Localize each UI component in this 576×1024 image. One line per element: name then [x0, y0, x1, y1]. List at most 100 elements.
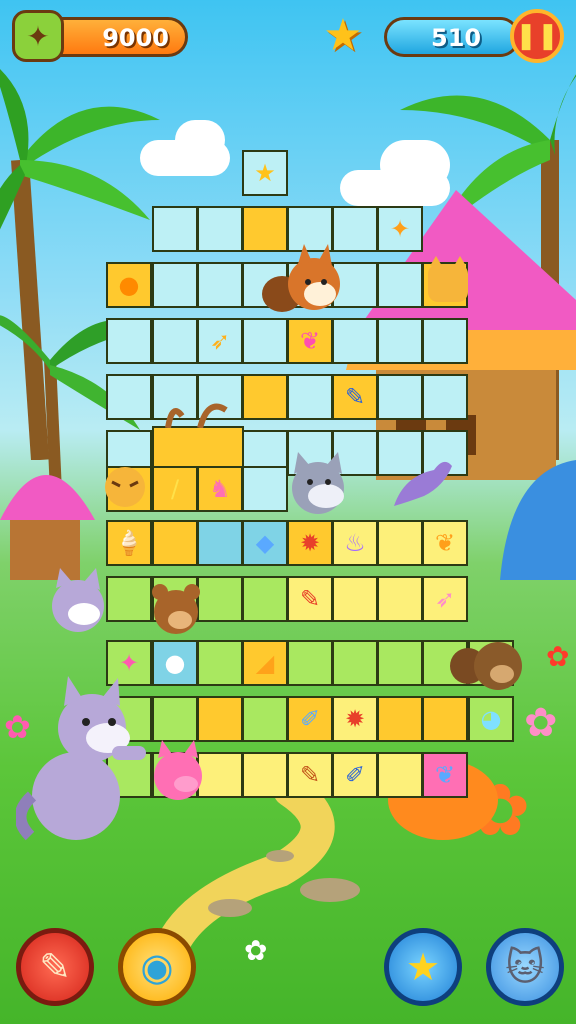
board-cell[interactable]: [377, 318, 423, 364]
cup-icon: ♨: [344, 529, 366, 557]
pink-umbrella: [0, 475, 95, 580]
board-cell[interactable]: [287, 374, 333, 420]
board-cell[interactable]: ✎: [332, 374, 378, 420]
pink-flower-icon: ✿: [524, 700, 558, 746]
board-cell[interactable]: [152, 318, 198, 364]
fox-character: [262, 244, 344, 316]
board-cell[interactable]: [152, 262, 198, 308]
leaf-icon: ✦: [389, 215, 411, 243]
seal-icon: ◕: [480, 705, 502, 733]
pig-character: [150, 740, 208, 802]
board-cell[interactable]: [106, 374, 152, 420]
board-cell[interactable]: ◕: [468, 696, 514, 742]
board-cell[interactable]: [197, 520, 243, 566]
board-cell[interactable]: [152, 520, 198, 566]
leaf-icon: ◢: [255, 649, 275, 677]
board-cell[interactable]: ✎: [287, 576, 333, 622]
board-cell[interactable]: ✎: [287, 752, 333, 798]
board-cell[interactable]: ✹: [332, 696, 378, 742]
board-cell[interactable]: 🍦: [106, 520, 152, 566]
board-cell[interactable]: ❦: [422, 520, 468, 566]
crab-icon: ✹: [299, 529, 321, 557]
paintbrush-icon: ✐: [344, 761, 366, 789]
feather-icon: ➶: [434, 585, 456, 613]
board-cell[interactable]: [197, 576, 243, 622]
leaf-icon: ➶: [209, 327, 231, 355]
crayon-icon: /: [170, 475, 180, 503]
board-cell[interactable]: [106, 576, 152, 622]
wolf-character: [286, 452, 350, 516]
board-cell[interactable]: [197, 206, 243, 252]
board-cell[interactable]: ✐: [287, 696, 333, 742]
board-cell[interactable]: [422, 696, 468, 742]
magic-wand-button[interactable]: ★: [384, 928, 462, 1006]
board-cell[interactable]: [377, 696, 423, 742]
star-sticker-icon: ✦: [118, 649, 140, 677]
board-cell[interactable]: [377, 640, 423, 686]
board-cell[interactable]: /: [152, 466, 198, 512]
board-cell[interactable]: ♨: [332, 520, 378, 566]
board-cell[interactable]: [422, 374, 468, 420]
board-cell[interactable]: ➶: [422, 576, 468, 622]
cat-face-icon: [426, 256, 470, 306]
bear-character: [152, 580, 200, 638]
board-cell[interactable]: ❦: [422, 752, 468, 798]
board-cell[interactable]: [197, 640, 243, 686]
board-cell[interactable]: ◢: [242, 640, 288, 686]
bird-icon: ❦: [434, 529, 456, 557]
board-cell[interactable]: ●: [106, 262, 152, 308]
star-icon[interactable]: ★: [318, 10, 368, 61]
lamb-icon: ♞: [209, 475, 231, 503]
snowball-icon: ●: [164, 649, 186, 677]
brown-bear-character: [448, 636, 522, 694]
tiger-cub-icon: [100, 460, 150, 510]
cloud: [175, 120, 225, 160]
board-cell[interactable]: [287, 640, 333, 686]
board-cell[interactable]: [377, 520, 423, 566]
board-cell[interactable]: [242, 576, 288, 622]
board-cell[interactable]: ✦: [377, 206, 423, 252]
pencil-booster-button[interactable]: ✎: [16, 928, 94, 1006]
board-cell[interactable]: [242, 318, 288, 364]
board-cell[interactable]: ♞: [197, 466, 243, 512]
cat-helper-button[interactable]: 🐱: [486, 928, 564, 1006]
board-cell[interactable]: ✹: [287, 520, 333, 566]
board-cell[interactable]: [377, 374, 423, 420]
board-cell[interactable]: ❦: [287, 318, 333, 364]
board-cell[interactable]: ✐: [332, 752, 378, 798]
board-cell[interactable]: ◆: [242, 520, 288, 566]
pause-button[interactable]: ❚❚: [510, 9, 564, 63]
pencil-icon: ✎: [299, 761, 321, 789]
board-cell[interactable]: [152, 696, 198, 742]
board-cell[interactable]: [242, 374, 288, 420]
board-cell[interactable]: [332, 318, 378, 364]
crate-block: [154, 398, 244, 428]
board-cell[interactable]: [332, 640, 378, 686]
ticket-icon[interactable]: ✦: [12, 10, 64, 62]
board-cell[interactable]: ●: [152, 640, 198, 686]
board-cell[interactable]: [197, 696, 243, 742]
board-cell[interactable]: ➶: [197, 318, 243, 364]
white-flower-icon: ✿: [244, 934, 268, 967]
rainbow-ball-button[interactable]: ◉: [118, 928, 196, 1006]
star-sticker-icon: ★: [254, 159, 276, 187]
board-cell[interactable]: [152, 206, 198, 252]
moves-value: 510: [431, 24, 482, 52]
board-cell[interactable]: [377, 576, 423, 622]
squirrel-icon: [384, 446, 454, 512]
board-cell[interactable]: [197, 262, 243, 308]
moves-bar: 510: [384, 17, 520, 57]
board-cell[interactable]: [332, 576, 378, 622]
board-cell[interactable]: [377, 262, 423, 308]
game-scene: ✿ ✿ ✿ ✿ ✿ ★ ✦ ● ➶ ❦ ✎ / ♞ 🍦 ◆ ✹ ♨ ❦ ✎ ➶ …: [0, 0, 576, 1024]
board-cell[interactable]: [242, 752, 288, 798]
board-cell[interactable]: [377, 752, 423, 798]
fish-icon: ◆: [255, 529, 275, 557]
board-cell[interactable]: [242, 696, 288, 742]
board-cell[interactable]: [422, 318, 468, 364]
board-cell[interactable]: [242, 466, 288, 512]
pencil-booster-icon: ✎: [39, 945, 71, 989]
board-cell[interactable]: [106, 318, 152, 364]
blue-dome: [500, 460, 576, 580]
board-cell[interactable]: ★: [242, 150, 288, 196]
